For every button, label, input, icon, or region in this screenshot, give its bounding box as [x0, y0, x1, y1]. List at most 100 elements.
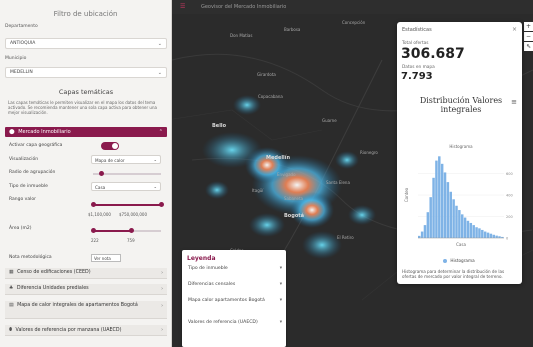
rango-slider-max-knob[interactable]: [159, 202, 164, 207]
statistics-panel: Estadísticas × Total ofertas 306.687 Dat…: [397, 22, 522, 284]
mercado-header-label: Mercado Inmobiliario: [18, 129, 71, 135]
histogram-bar: [483, 231, 487, 238]
radio-slider-knob[interactable]: [99, 171, 104, 176]
activar-capa-toggle[interactable]: [101, 142, 119, 150]
chevron-down-icon: ⌄: [157, 41, 162, 47]
legend-item[interactable]: Mapa calor apartamentos Bogotá ▾: [188, 298, 282, 304]
map-data-label: Datos en mapa: [402, 65, 435, 70]
histogram-bar: [498, 236, 501, 238]
capas-note: Las capas temáticas le permiten visualiz…: [8, 100, 157, 115]
close-icon[interactable]: ×: [512, 26, 517, 33]
histogram-chart: Histograma 0 200 400 600 Casa Conteo: [404, 144, 513, 247]
map-place-label: El Retiro: [337, 235, 354, 240]
legend-item-label: Tipo de inmueble: [188, 266, 228, 271]
legend-item-label: Valores de referencia (UAECD): [188, 320, 258, 325]
map-place-label: Concepción: [342, 20, 366, 25]
municipio-select[interactable]: MEDELLIN ⌄: [5, 67, 167, 78]
legend-item[interactable]: Valores de referencia (UAECD) ▾: [188, 320, 282, 326]
histogram-bar: [469, 222, 473, 238]
tipo-inmueble-select[interactable]: Casa ⌄: [91, 182, 161, 191]
chart-menu-icon[interactable]: ≡: [511, 98, 517, 106]
rango-slider-fill: [93, 204, 161, 206]
tipo-inmueble-label: Tipo de inmueble: [9, 184, 48, 189]
accordion-valores-label: Valores de referencia por manzana (UAECD…: [15, 328, 122, 333]
histogram-bar: [475, 227, 478, 238]
histogram-bar: [420, 231, 424, 238]
zoom-in-button[interactable]: +: [524, 22, 533, 31]
histogram-bar: [440, 163, 444, 238]
rango-max-text: $750,000,000: [119, 212, 147, 217]
menu-icon[interactable]: ☰: [180, 3, 185, 10]
accordion-mapa-calor[interactable]: ▤ Mapa de calor integrales de apartament…: [5, 301, 167, 319]
accordion-valores[interactable]: ⬮ Valores de referencia por manzana (UAE…: [5, 325, 167, 336]
app-root: Filtro de ubicación Departamento ANTIOQU…: [0, 0, 533, 347]
chart-title: Histograma: [449, 144, 473, 149]
histogram-bar: [438, 156, 441, 238]
compass-icon[interactable]: ⇖: [524, 42, 533, 51]
chevron-down-icon: ⌄: [153, 157, 157, 162]
map-place-label: Rionegro: [360, 150, 378, 155]
histogram-bar: [458, 210, 461, 238]
map-place-label: Bogotá: [284, 213, 305, 219]
accordion-censo-label: Censo de edificaciones (CEED): [17, 270, 91, 275]
chevron-down-icon: ▾: [279, 266, 282, 271]
map-place-label: Sabaneta: [284, 196, 303, 201]
capas-title: Capas temáticas: [58, 88, 114, 96]
accordion-censo[interactable]: ▦ Censo de edificaciones (CEED) ›: [5, 268, 167, 279]
municipio-value: MEDELLIN: [10, 70, 33, 75]
histogram-bar: [472, 225, 475, 238]
histogram-bar: [489, 233, 493, 238]
histogram-bar: [461, 214, 464, 238]
histogram-bar: [426, 212, 430, 238]
chevron-down-icon: ▾: [279, 320, 282, 325]
histogram-bar: [418, 235, 421, 238]
chevron-up-icon: ⌃: [158, 129, 163, 135]
histogram-bar: [466, 220, 470, 238]
chevron-down-icon: ▾: [279, 298, 282, 303]
mercado-inmobiliario-header[interactable]: ⬤ Mercado Inmobiliario ⌃: [5, 127, 167, 137]
histogram-bar: [435, 160, 438, 238]
chevron-down-icon: ⌄: [157, 70, 162, 76]
map-place-label: Don Matías: [230, 33, 253, 38]
histogram-bar: [492, 234, 495, 238]
visualizacion-select[interactable]: Mapa de calor ⌄: [91, 155, 161, 164]
distribution-title: Distribución Valores integrales: [419, 96, 503, 114]
histogram-bar: [423, 225, 427, 238]
legend-item[interactable]: Diferencias censales ▾: [188, 282, 282, 288]
total-offers-value: 306.687: [401, 46, 465, 62]
map-data-value: 7.793: [401, 71, 433, 82]
accordion-diferencia[interactable]: ♣ Diferencia Unidades prediales ›: [5, 284, 167, 295]
chevron-right-icon: ›: [161, 287, 163, 292]
histogram-bar: [486, 232, 490, 238]
chart-legend[interactable]: Histograma: [443, 258, 475, 263]
legend-title: Leyenda: [187, 255, 216, 262]
map-place-label: Copacabana: [258, 94, 283, 99]
map-place-label: Santa Elena: [326, 180, 350, 185]
histogram-bar: [452, 199, 455, 238]
map-place-label: Itagüí: [252, 188, 264, 193]
ver-nota-label: Ver nota: [94, 256, 111, 261]
legend-item[interactable]: Tipo de inmueble ▾: [188, 266, 282, 272]
histogram-bar: [446, 182, 450, 238]
histogram-bar: [481, 229, 484, 238]
y-tick-label: 400: [506, 194, 513, 198]
zoom-out-button[interactable]: −: [524, 32, 533, 41]
map-place-label: Bello: [212, 123, 227, 129]
y-axis-label: Conteo: [404, 187, 409, 202]
histogram-bar: [429, 197, 432, 238]
visualizacion-label: Visualización: [9, 157, 39, 162]
chevron-right-icon: ›: [161, 271, 163, 276]
visualizacion-value: Mapa de calor: [95, 157, 125, 163]
departamento-select[interactable]: ANTIOQUIA ⌄: [5, 38, 167, 49]
area-slider-max-knob[interactable]: [129, 228, 134, 233]
area-slider-fill: [93, 230, 131, 232]
legend-swatch: [443, 259, 447, 263]
rango-slider-min-knob[interactable]: [91, 202, 96, 207]
location-filter-title: Filtro de ubicación: [53, 10, 118, 18]
group-icon: ♣: [9, 286, 14, 291]
area-slider-min-knob[interactable]: [91, 228, 96, 233]
building-icon: ▦: [9, 270, 14, 275]
sidebar: Filtro de ubicación Departamento ANTIOQU…: [0, 0, 172, 347]
legend-item-label: Diferencias censales: [188, 282, 236, 287]
ver-nota-button[interactable]: Ver nota: [91, 254, 121, 262]
